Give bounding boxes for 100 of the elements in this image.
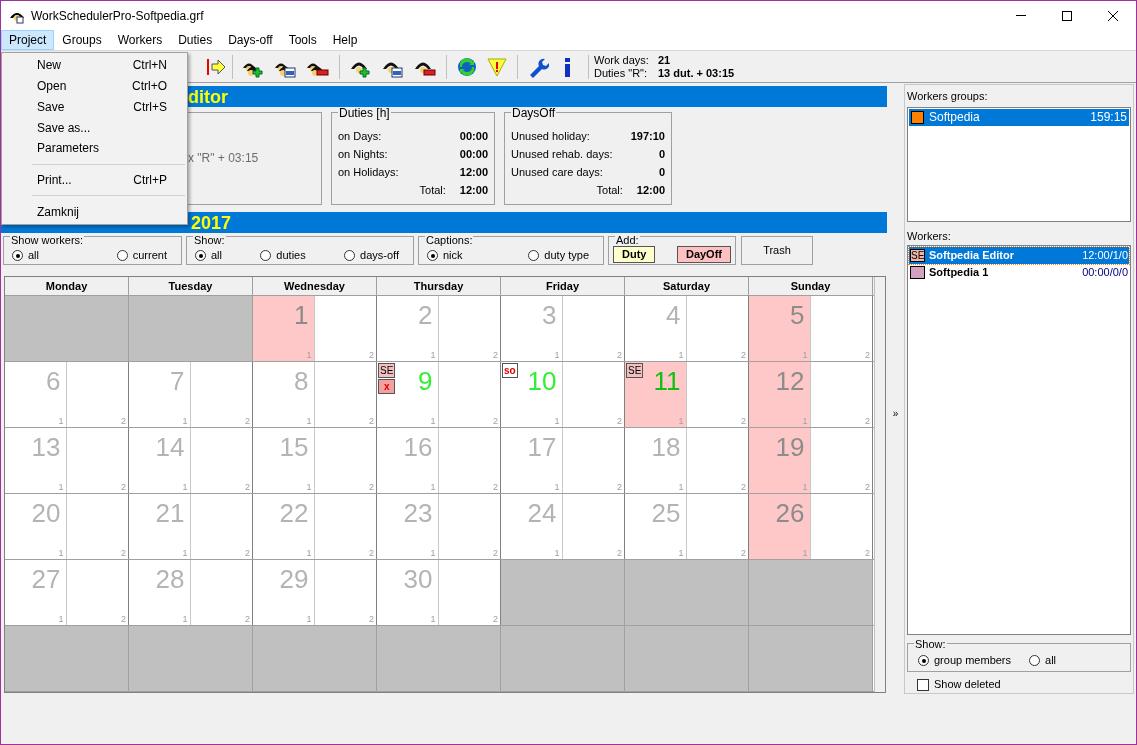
day-number: 23 [403, 500, 433, 526]
shift-slot[interactable]: 1 1 [253, 296, 315, 361]
worker-list-item[interactable]: SE Softpedia Editor 12:00/1/0 [909, 247, 1129, 265]
shift-number: 1 [678, 549, 684, 558]
summary-label: Duties "R": [594, 66, 649, 80]
shift-slot[interactable]: 9 1 SE x [377, 362, 439, 427]
radio-button[interactable]: days-off [344, 247, 399, 264]
day-number: 2 [418, 302, 433, 328]
shift-number: 2 [493, 615, 498, 624]
add-button[interactable]: DayOff [676, 246, 731, 263]
nick-tag[interactable]: SE [378, 363, 396, 378]
add-button[interactable]: Duty [613, 246, 656, 263]
summary-value: 13 dut. + 03:15 [657, 66, 735, 80]
scrollbar-track[interactable] [874, 277, 885, 692]
radio-button[interactable]: duties [260, 247, 306, 264]
group-title: Duties [h] [338, 107, 391, 119]
radio-button[interactable]: nick [427, 247, 463, 264]
day-number: 1 [294, 302, 309, 328]
shift-slot[interactable]: 10 1 so [501, 362, 563, 427]
menu-entry[interactable]: New Ctrl+N [2, 55, 187, 76]
editor-title: ditor [188, 87, 228, 106]
group-title: Show: [914, 637, 947, 650]
day-number: 20 [31, 500, 61, 526]
shift-number: 2 [617, 483, 622, 492]
shift-number: 1 [306, 615, 312, 624]
shift-number: 2 [369, 417, 374, 426]
group-title: Show: [193, 234, 226, 246]
refresh-icon[interactable] [456, 55, 478, 78]
warning-icon[interactable] [486, 55, 508, 78]
shift-number: 2 [617, 549, 622, 558]
shift-number: 1 [182, 549, 188, 558]
shift-number: 1 [430, 417, 436, 426]
stat-value: 12:00 [459, 164, 488, 180]
worker-summary-text: x "R" + 03:15 [188, 150, 259, 167]
shift-slot[interactable]: 11 1 SE [625, 362, 687, 427]
stat-label: on Nights: [338, 146, 388, 162]
weekday-header: Wednesday [253, 277, 377, 295]
menu-item[interactable]: Help [324, 30, 366, 50]
shift-number: 1 [306, 417, 312, 426]
shift-slot[interactable]: 26 1 [749, 494, 811, 559]
group-title: Show workers: [10, 234, 85, 246]
group-title: Captions: [425, 234, 474, 246]
stat-label: Total: [419, 182, 446, 198]
menu-entry[interactable]: Save Ctrl+S [2, 96, 187, 118]
shift-slot[interactable]: 5 1 [749, 296, 811, 361]
worker-list-item[interactable]: Softpedia 1 00:00/0/0 [909, 264, 1129, 282]
shift-number: 1 [58, 483, 64, 492]
day-number: 7 [170, 368, 185, 394]
group-hours: 159:15 [1090, 109, 1127, 126]
radio-button[interactable]: all [12, 247, 39, 264]
radio-button[interactable]: all [195, 247, 222, 264]
stat-label: Unused holiday: [511, 128, 590, 144]
stat-value: 00:00 [459, 128, 488, 144]
shift-number: 1 [430, 483, 436, 492]
menu-item[interactable]: Project [1, 30, 55, 50]
menu-entry[interactable]: Parameters [2, 137, 187, 159]
weekday-header: Tuesday [129, 277, 253, 295]
menu-entry[interactable]: Zamknij [2, 201, 187, 222]
radio-button[interactable]: group members [918, 652, 1012, 669]
shift-slot[interactable]: 19 1 [749, 428, 811, 493]
collapse-toggle[interactable]: » [892, 406, 899, 421]
shift-number: 1 [802, 483, 808, 492]
maximize-icon [1062, 10, 1072, 21]
day-off-tag[interactable]: so [502, 363, 518, 378]
nick-tag[interactable]: SE [626, 363, 644, 378]
shift-number: 2 [493, 351, 498, 360]
summary-value: 21 [657, 53, 672, 67]
menu-item[interactable]: Duties [170, 30, 221, 50]
cancel-tag[interactable]: x [378, 379, 396, 394]
day-number: 9 [418, 368, 433, 394]
day-number: 15 [279, 434, 309, 460]
shift-number: 2 [865, 417, 870, 426]
shift-slot[interactable]: 12 1 [749, 362, 811, 427]
weekday-header: Friday [501, 277, 625, 295]
group-list-item[interactable]: Softpedia 159:15 [909, 108, 1129, 126]
close-icon [1108, 10, 1118, 21]
menu-entry[interactable]: Print... Ctrl+P [2, 169, 187, 191]
shortcut-text: Ctrl+S [133, 98, 167, 116]
shift-number: 1 [306, 351, 312, 360]
radio-button[interactable]: all [1029, 652, 1057, 669]
day-number: 17 [527, 434, 557, 460]
stat-label: Unused rehab. days: [511, 146, 613, 162]
color-swatch: SE [910, 249, 925, 263]
checkbox[interactable]: Show deleted [917, 676, 1131, 693]
worker-stats: 00:00/0/0 [1082, 265, 1128, 281]
menu-entry[interactable]: Save as... [2, 117, 187, 138]
menu-item[interactable]: Groups [54, 30, 110, 50]
radio-button[interactable]: current [116, 247, 167, 264]
day-number: 21 [155, 500, 185, 526]
shift-number: 1 [554, 417, 560, 426]
shift-number: 1 [182, 417, 188, 426]
shift-number: 1 [306, 483, 312, 492]
radio-button[interactable]: duty type [528, 247, 589, 264]
menu-item[interactable]: Days-off [220, 30, 281, 50]
shift-number: 2 [493, 417, 498, 426]
shift-number: 1 [802, 351, 808, 360]
trash-button[interactable]: Trash [741, 236, 813, 265]
menu-entry[interactable]: Open Ctrl+O [2, 75, 187, 97]
menu-item[interactable]: Workers [109, 30, 171, 50]
menu-item[interactable]: Tools [280, 30, 325, 50]
